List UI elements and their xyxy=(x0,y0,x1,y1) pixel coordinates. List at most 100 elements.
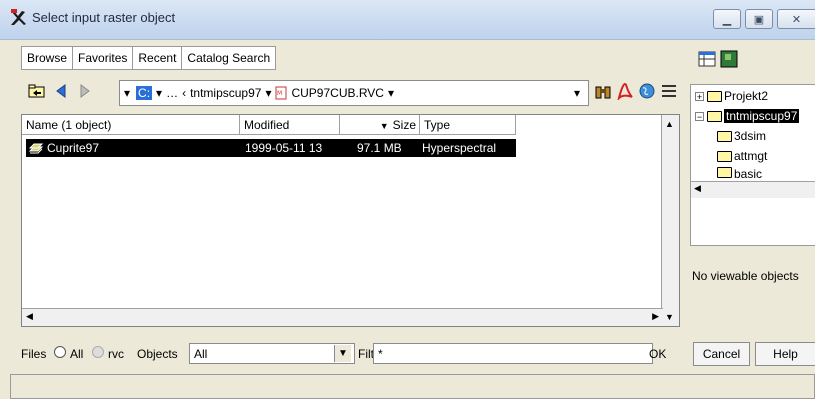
forward-button[interactable] xyxy=(75,81,95,101)
tree-item-basic[interactable]: basic xyxy=(717,167,762,179)
tab-browse[interactable]: Browse xyxy=(22,47,74,69)
file-segment[interactable]: CUP97CUB.RVC xyxy=(291,86,383,100)
ok-button[interactable]: OK xyxy=(649,347,666,361)
maximize-button[interactable]: ▣ xyxy=(745,9,773,29)
maximize-icon: ▣ xyxy=(753,13,765,26)
window-title: Select input raster object xyxy=(32,10,176,25)
folder-icon xyxy=(717,167,732,178)
collapse-icon[interactable]: − xyxy=(695,111,704,121)
scroll-down-icon[interactable]: ▼ xyxy=(665,312,674,322)
horizontal-scrollbar[interactable]: ◀ ▶ xyxy=(22,308,663,326)
rvc-file-icon: M xyxy=(275,86,287,100)
tree-horizontal-scrollbar[interactable]: ◀ xyxy=(691,181,815,198)
cancel-button[interactable]: Cancel xyxy=(693,342,750,366)
expand-icon[interactable]: + xyxy=(695,91,704,101)
scroll-left-icon[interactable]: ◀ xyxy=(26,311,33,322)
chevron-left-icon: ‹ xyxy=(182,86,187,100)
folder-icon xyxy=(707,90,722,102)
tab-catalog-search[interactable]: Catalog Search xyxy=(182,47,275,69)
column-modified[interactable]: Modified xyxy=(240,115,340,135)
column-type[interactable]: Type xyxy=(420,115,516,135)
parent-folder-button[interactable] xyxy=(27,81,47,101)
all-radio-label: All xyxy=(70,347,84,361)
path-breadcrumb[interactable]: ▾ C: ▾ … ‹ tntmipscup97 ▾ M CUP97CUB.RVC… xyxy=(119,80,589,106)
tree-view-button[interactable] xyxy=(698,50,716,68)
tree-item-3dsim[interactable]: 3dsim xyxy=(717,127,766,145)
column-name[interactable]: Name (1 object) xyxy=(22,115,240,135)
objects-select-value: All xyxy=(194,347,208,361)
no-preview-message: No viewable objects xyxy=(692,269,799,283)
help-button[interactable]: Help xyxy=(755,342,815,366)
drive-segment[interactable]: C: xyxy=(136,86,153,100)
web-tool-button[interactable] xyxy=(637,81,657,101)
rvc-radio-label: rvc xyxy=(108,347,124,361)
tree-item-label: tntmipscup97 xyxy=(724,109,800,123)
tab-favorites[interactable]: Favorites xyxy=(73,47,134,69)
preview-panel: + Projekt2 − tntmipscup97 3dsim attmgt bas… xyxy=(688,40,815,340)
row-name: Cuprite97 xyxy=(47,141,100,155)
binoculars-icon xyxy=(595,86,611,99)
filter-row: Files All rvc Objects All ▼ Filter * OK xyxy=(21,343,691,365)
folder-tree: + Projekt2 − tntmipscup97 3dsim attmgt bas… xyxy=(690,84,815,246)
row-type: Hyperspectral xyxy=(422,141,497,155)
chevron-down-icon[interactable]: ▼ xyxy=(334,345,351,362)
minimize-icon: ▁ xyxy=(722,13,732,26)
forward-arrow-icon xyxy=(80,84,90,98)
folder-icon xyxy=(717,150,732,162)
minimize-button[interactable]: ▁ xyxy=(713,9,741,29)
folder-segment[interactable]: tntmipscup97 xyxy=(190,86,261,100)
table-view-icon xyxy=(698,51,716,67)
filter-input[interactable]: * xyxy=(373,343,653,364)
scroll-left-icon[interactable]: ◀ xyxy=(694,183,701,194)
status-bar xyxy=(10,374,815,399)
raster-object-icon xyxy=(28,143,44,154)
pdf-tool-button[interactable] xyxy=(615,81,635,101)
tree-item-attmgt[interactable]: attmgt xyxy=(717,147,767,165)
objects-select[interactable]: All ▼ xyxy=(189,343,355,364)
back-button[interactable] xyxy=(51,81,71,101)
sort-desc-icon: ▼ xyxy=(379,121,389,131)
tab-recent[interactable]: Recent xyxy=(133,47,183,69)
folder-icon xyxy=(707,110,722,122)
table-row[interactable]: Cuprite97 1999-05-11 13 97.1 MB Hyperspe… xyxy=(26,139,516,157)
objects-label: Objects xyxy=(137,347,178,361)
chevron-down-icon[interactable]: ▾ xyxy=(265,86,271,100)
parent-folder-icon xyxy=(28,84,45,98)
column-size-label: Size xyxy=(392,118,416,132)
list-view-icon xyxy=(662,85,676,97)
tree-item-label: attmgt xyxy=(734,149,768,163)
folder-icon xyxy=(717,130,732,142)
path-ellipsis[interactable]: … xyxy=(166,86,178,100)
radio-rvc[interactable] xyxy=(92,346,104,358)
image-preview-icon xyxy=(720,50,738,68)
vertical-scrollbar[interactable]: ▲ ▼ xyxy=(661,115,679,326)
tree-item-label: Projekt2 xyxy=(724,89,769,103)
scroll-up-icon[interactable]: ▲ xyxy=(665,119,674,129)
object-list: Name (1 object) Modified ▼ Size Type Cupr… xyxy=(21,114,680,327)
tree-item-label: basic xyxy=(734,167,763,179)
radio-all[interactable] xyxy=(54,346,66,358)
app-logo-icon xyxy=(11,9,26,25)
acrobat-icon xyxy=(617,82,633,100)
image-view-button[interactable] xyxy=(720,50,738,68)
path-dropdown-icon[interactable]: ▾ xyxy=(574,86,580,100)
files-label: Files xyxy=(21,347,47,361)
favorites-tool-button[interactable] xyxy=(593,81,613,101)
close-button[interactable]: ✕ xyxy=(777,9,815,29)
browse-toolbar: ▾ C: ▾ … ‹ tntmipscup97 ▾ M CUP97CUB.RVC… xyxy=(21,80,681,106)
tree-item-projekt2[interactable]: + Projekt2 xyxy=(695,87,768,105)
chevron-down-icon[interactable]: ▾ xyxy=(156,86,162,100)
tab-bar: Browse Favorites Recent Catalog Search xyxy=(21,46,277,70)
details-view-button[interactable] xyxy=(659,81,679,101)
chevron-down-icon[interactable]: ▾ xyxy=(124,86,130,100)
scroll-right-icon[interactable]: ▶ xyxy=(652,311,659,322)
filter-input-value: * xyxy=(378,347,383,361)
globe-icon xyxy=(639,83,655,99)
back-arrow-icon xyxy=(56,84,66,98)
row-size: 97.1 MB xyxy=(357,141,402,155)
tree-item-tntmipscup97[interactable]: − tntmipscup97 xyxy=(695,107,800,125)
column-size[interactable]: ▼ Size xyxy=(340,115,420,135)
row-modified: 1999-05-11 13 xyxy=(245,141,323,155)
tree-item-label: 3dsim xyxy=(734,129,767,143)
chevron-down-icon[interactable]: ▾ xyxy=(388,86,394,100)
